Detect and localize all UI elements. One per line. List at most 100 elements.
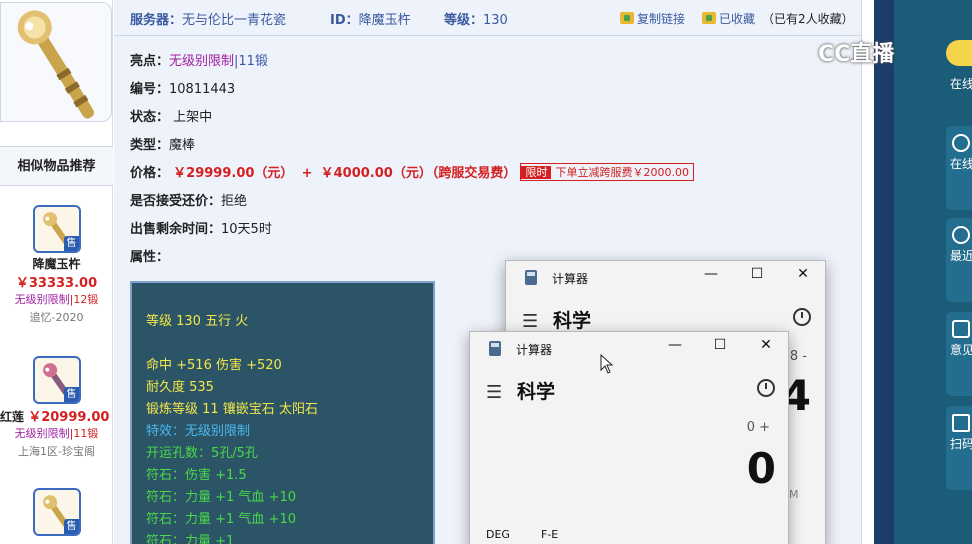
remaining-time-row: 出售剩余时间：10天5时	[130, 218, 272, 237]
attr-line: 耐久度 535	[146, 380, 214, 395]
limit-desc: 下单立减跨服费￥2000.00	[555, 166, 689, 179]
maximize-button[interactable]: ☐	[745, 266, 769, 282]
similar-item-price: ￥33333.00	[15, 276, 98, 291]
sold-badge: 售	[63, 387, 79, 402]
toolbar-item-label: 在线精灵	[950, 77, 972, 91]
tag-text: 无级别限制	[14, 293, 70, 306]
mouse-cursor-icon	[600, 354, 614, 374]
price-row: 价格： ￥29999.00（元） + ￥4000.00（元）（跨服交易费） 限时…	[130, 162, 694, 181]
minimize-button[interactable]: —	[663, 337, 687, 353]
attr-line: 符石：力量 +1 气血 +10	[146, 490, 296, 505]
calculator-window-front[interactable]: 计算器 — ☐ ✕ ☰ 科学 0 + 0 DEG F-E	[469, 331, 789, 544]
highlight-extra: |11锻	[234, 54, 268, 69]
status-label: 状态：	[130, 110, 170, 125]
id-label: ID：	[330, 13, 359, 28]
hamburger-menu-icon[interactable]: ☰	[522, 311, 538, 332]
attr-line: 符石：力量 +1	[146, 534, 235, 544]
maximize-button[interactable]: ☐	[708, 337, 732, 353]
status-row: 状态： 上架中	[130, 106, 212, 125]
bargain-row: 是否接受还价：拒绝	[130, 190, 247, 209]
number-value: 10811443	[169, 82, 236, 97]
price-label: 价格：	[130, 166, 170, 181]
close-button[interactable]: ✕	[754, 337, 778, 353]
attr-line: 符石：伤害 +1.5	[146, 468, 247, 483]
angle-unit-button[interactable]: DEG	[486, 528, 510, 541]
history-icon[interactable]	[793, 308, 811, 326]
similar-item-thumbnail[interactable]: 售	[32, 488, 81, 536]
server-info: 服务器：无与伦比一青花瓷	[130, 9, 286, 28]
type-row: 类型：魔棒	[130, 134, 195, 153]
level-value: 130	[483, 13, 508, 28]
memory-indicator[interactable]: M	[789, 488, 799, 501]
type-value: 魔棒	[169, 138, 196, 153]
history-icon[interactable]	[757, 379, 775, 397]
attributes-label: 属性：	[130, 250, 170, 265]
item-main-image[interactable]	[0, 2, 112, 122]
clock-icon	[952, 226, 970, 244]
attr-line: 特效：无级别限制	[146, 424, 251, 439]
scepter-icon	[17, 10, 95, 119]
similar-item-price: ￥20999.00	[28, 410, 110, 425]
similar-item[interactable]: 售 红莲 ￥20999.00 无级别限制|11锻 上海1区-珍宝阁	[0, 356, 113, 459]
left-sidebar: 相似物品推荐 售 降魔玉杵 ￥33333.00 无级别限制|12锻 追忆-202…	[0, 0, 113, 544]
favorite-count: （已有2人收藏）	[762, 12, 854, 26]
server-label: 服务器：	[130, 13, 183, 28]
toolbar-item-label: 在线客服	[950, 157, 972, 171]
tag-extra: |11锻	[69, 427, 99, 440]
info-bar: 服务器：无与伦比一青花瓷 ID：降魔玉杵 等级：130 复制链接 已收藏 （已有…	[114, 0, 862, 36]
attr-line: 命中 +516 伤害 +520	[146, 358, 282, 373]
cross-server-fee: ￥4000.00（元）（跨服交易费）	[320, 166, 517, 181]
cc-live-watermark: CC直播	[818, 42, 895, 67]
toolbar-item-online-sprite[interactable]: 在线精灵	[946, 40, 972, 120]
attributes-box: 等级 130 五行 火 命中 +516 伤害 +520 耐久度 535 锻炼等级…	[130, 281, 435, 544]
hamburger-menu-icon[interactable]: ☰	[486, 382, 502, 403]
similar-item-name[interactable]: 红莲	[0, 410, 24, 424]
attr-line: 等级 130 五行 火	[146, 314, 249, 329]
toolbar-item-label: 最近浏览	[950, 249, 972, 263]
type-label: 类型：	[130, 138, 170, 153]
number-label: 编号：	[130, 82, 170, 97]
highlight-label: 亮点：	[130, 54, 170, 69]
favorite-label: 已收藏	[719, 12, 756, 26]
calculator-mode: 科学	[517, 381, 556, 403]
calculator-expression: 0 +	[746, 420, 770, 435]
favorite-button[interactable]: 已收藏	[702, 10, 755, 27]
favorite-icon	[702, 12, 716, 24]
toolbar-item-label: 意见反馈	[950, 343, 972, 357]
remaining-value: 10天5时	[221, 222, 272, 237]
minimize-button[interactable]: —	[699, 266, 723, 282]
sold-badge: 售	[63, 519, 79, 534]
fixed-exponent-button[interactable]: F-E	[541, 528, 558, 541]
bargain-label: 是否接受还价：	[130, 194, 222, 209]
similar-item-tags: 无级别限制|11锻	[0, 425, 113, 441]
similar-item-name[interactable]: 降魔玉杵	[0, 255, 113, 272]
close-button[interactable]: ✕	[791, 266, 815, 282]
toolbar-item-recent[interactable]: 最近浏览	[946, 218, 972, 302]
similar-item[interactable]: 售 降魔玉杵 ￥33333.00 无级别限制|12锻 追忆-2020	[0, 205, 113, 325]
calculator-display: 0	[746, 444, 776, 493]
copy-link-button[interactable]: 复制链接	[620, 10, 685, 27]
level-info: 等级：130	[444, 9, 508, 28]
headset-icon	[952, 134, 970, 152]
edit-icon	[952, 320, 970, 338]
similar-item-server: 追忆-2020	[29, 311, 84, 324]
similar-item-thumbnail[interactable]: 售	[32, 356, 81, 404]
toolbar-item-online-service[interactable]: 在线客服	[946, 126, 972, 210]
similar-items-title: 相似物品推荐	[0, 146, 113, 186]
bargain-value: 拒绝	[221, 194, 248, 209]
id-value: 降魔玉杵	[358, 13, 411, 28]
server-value: 无与伦比一青花瓷	[182, 13, 287, 28]
similar-item-thumbnail[interactable]: 售	[32, 205, 81, 253]
calculator-app-icon	[525, 270, 537, 285]
toolbar-item-label: 扫码下载	[950, 437, 972, 451]
highlight-row: 亮点：无级别限制|11锻	[130, 50, 268, 69]
similar-item[interactable]: 售	[0, 488, 113, 536]
price-plus: +	[301, 166, 313, 181]
toolbar-item-qr[interactable]: 扫码下载	[946, 406, 972, 490]
attributes-row: 属性：	[130, 246, 169, 265]
limit-tag: 限时	[521, 166, 552, 179]
calculator-title: 计算器	[516, 343, 553, 357]
page-edge-strip	[874, 0, 894, 544]
toolbar-item-feedback[interactable]: 意见反馈	[946, 312, 972, 396]
id-info: ID：降魔玉杵	[330, 9, 411, 28]
